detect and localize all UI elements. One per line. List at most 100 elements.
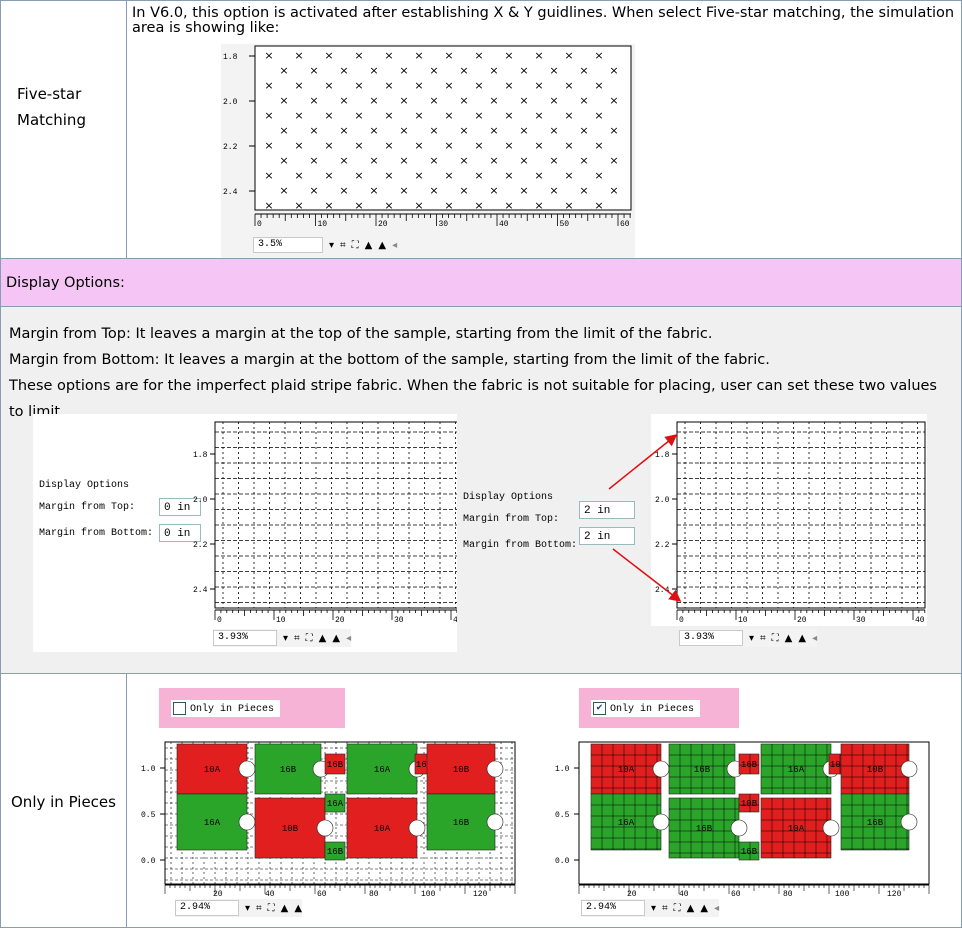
five-star-mark: × <box>294 139 303 152</box>
five-star-mark: × <box>429 184 438 197</box>
five-star-mark: × <box>324 139 333 152</box>
y-tick-label: 0.5 <box>141 811 156 820</box>
five-star-mark: × <box>534 169 543 182</box>
mountain-small-icon[interactable]: ▲ <box>687 903 695 914</box>
five-star-mark: × <box>339 64 348 77</box>
five-star-mark: × <box>324 199 333 212</box>
dropdown-arrow-icon[interactable]: ▾ <box>749 633 754 644</box>
fit-icon[interactable]: ⌗ <box>256 903 262 914</box>
five-star-mark: × <box>579 94 588 107</box>
display-options-right-example: Display Options Margin from Top: Margin … <box>457 414 927 652</box>
fit-icon[interactable]: ⌗ <box>760 633 766 644</box>
zoom-select[interactable]: 2.94% <box>175 900 239 916</box>
piece-notch <box>238 760 256 778</box>
expand-icon[interactable]: ⛶ <box>674 903 681 914</box>
dropdown-arrow-icon[interactable]: ▾ <box>245 903 250 914</box>
piece-label: 10A <box>374 824 391 834</box>
fabric-piece: 16B <box>324 753 346 775</box>
five-star-mark: × <box>444 109 453 122</box>
zoom-select[interactable]: 2.94% <box>581 900 645 916</box>
x-tick-label: 50 <box>560 220 570 229</box>
only-in-pieces-checkbox[interactable]: ✔ Only in Pieces <box>591 700 701 718</box>
checkbox-label: Only in Pieces <box>610 704 695 716</box>
dropdown-arrow-icon[interactable]: ▾ <box>651 903 656 914</box>
pieces-right-panel: ✔ Only in Pieces 10A 16B 16B 16A 10A 10B 16A 16B… <box>551 684 931 917</box>
expand-icon[interactable]: ⛶ <box>306 633 313 644</box>
piece-notch <box>900 813 918 831</box>
checkbox-checked-icon[interactable]: ✔ <box>593 702 606 715</box>
checkbox-container: ✔ Only in Pieces <box>579 688 739 728</box>
five-star-mark: × <box>594 169 603 182</box>
x-tick-label: 60 <box>317 890 327 899</box>
mountain-small-icon[interactable]: ▲ <box>319 633 327 644</box>
arrow-to-top-margin <box>608 434 678 490</box>
five-star-mark: × <box>384 109 393 122</box>
left-grid-plot[interactable]: 1.82.02.22.4010203040 <box>33 414 469 626</box>
five-star-mark: × <box>414 49 423 62</box>
x-tick-label: 120 <box>887 890 902 899</box>
zoom-select[interactable]: 3.93% <box>213 630 277 646</box>
five-star-mark: × <box>549 124 558 137</box>
five-star-x-axis: 0 10 20 30 40 50 60 <box>254 213 631 229</box>
mountain-large-icon[interactable]: ▲ <box>700 903 708 914</box>
five-star-mark: × <box>474 139 483 152</box>
scroll-left-icon[interactable]: ◂ <box>346 633 351 644</box>
piece-label: 10B <box>453 765 470 775</box>
five-star-mark: × <box>429 154 438 167</box>
scroll-left-icon[interactable]: ◂ <box>714 903 719 914</box>
zoom-select[interactable]: 3.93% <box>679 630 743 646</box>
five-star-mark: × <box>609 124 618 137</box>
display-options-body: Margin from Top: It leaves a margin at t… <box>0 306 962 674</box>
fit-icon[interactable]: ⌗ <box>294 633 300 644</box>
five-star-mark: × <box>609 94 618 107</box>
five-star-mark: × <box>294 109 303 122</box>
fit-icon[interactable]: ⌗ <box>662 903 668 914</box>
five-star-simulation-area[interactable]: × × × × × × × × × × × × × × × × × × × × × × × × × × × × × × × × × × × × × × × ×… <box>221 44 635 258</box>
checkbox-container: Only in Pieces <box>159 688 345 728</box>
five-star-mark: × <box>264 169 273 182</box>
piece-label: 16B <box>867 818 884 828</box>
five-star-plot[interactable]: × × × × × × × × × × × × × × × × × × × × × × × × × × × × × × × × × × × × × × × ×… <box>221 44 635 234</box>
mountain-small-icon[interactable]: ▲ <box>281 903 289 914</box>
margin-top-paragraph: Margin from Top: It leaves a margin at t… <box>9 326 713 342</box>
piece-notch <box>486 813 504 831</box>
five-star-mark: × <box>594 199 603 212</box>
fit-icon[interactable]: ⌗ <box>340 240 346 251</box>
fabric-piece: 10B <box>426 743 504 795</box>
five-star-mark: × <box>579 184 588 197</box>
dropdown-arrow-icon[interactable]: ▾ <box>329 240 334 251</box>
y-tick-label: 1.8 <box>193 451 208 460</box>
expand-icon[interactable]: ⛶ <box>268 903 275 914</box>
fabric-piece: 10B <box>738 793 760 813</box>
piece-label: 10A <box>204 765 221 775</box>
mountain-large-icon[interactable]: ▲ <box>294 903 302 914</box>
expand-icon[interactable]: ⛶ <box>772 633 779 644</box>
mountain-small-icon[interactable]: ▲ <box>365 240 373 251</box>
piece-label: 16A <box>204 818 221 828</box>
x-tick-label: 60 <box>620 220 630 229</box>
expand-icon[interactable]: ⛶ <box>352 240 359 251</box>
scroll-left-icon[interactable]: ◂ <box>812 633 817 644</box>
five-star-mark: × <box>444 79 453 92</box>
zoom-select[interactable]: 3.5% <box>253 237 323 253</box>
y-tick-label: 2.0 <box>223 98 238 107</box>
fabric-piece: 10B <box>254 797 334 859</box>
mountain-large-icon[interactable]: ▲ <box>378 240 386 251</box>
mountain-large-icon[interactable]: ▲ <box>798 633 806 644</box>
five-star-mark: × <box>564 169 573 182</box>
dropdown-arrow-icon[interactable]: ▾ <box>283 633 288 644</box>
five-star-mark: × <box>444 199 453 212</box>
arrow-to-bottom-margin <box>612 548 682 602</box>
mountain-small-icon[interactable]: ▲ <box>785 633 793 644</box>
five-star-mark: × <box>504 139 513 152</box>
x-tick-label: 20 <box>378 220 388 229</box>
y-tick-label: 0.0 <box>141 857 156 866</box>
checkbox-unchecked-icon[interactable] <box>173 702 186 715</box>
only-in-pieces-checkbox[interactable]: Only in Pieces <box>171 700 281 718</box>
scroll-left-icon[interactable]: ◂ <box>392 240 397 251</box>
five-star-mark: × <box>459 154 468 167</box>
five-star-mark: × <box>309 64 318 77</box>
five-star-mark: × <box>339 124 348 137</box>
five-star-mark: × <box>519 94 528 107</box>
mountain-large-icon[interactable]: ▲ <box>332 633 340 644</box>
